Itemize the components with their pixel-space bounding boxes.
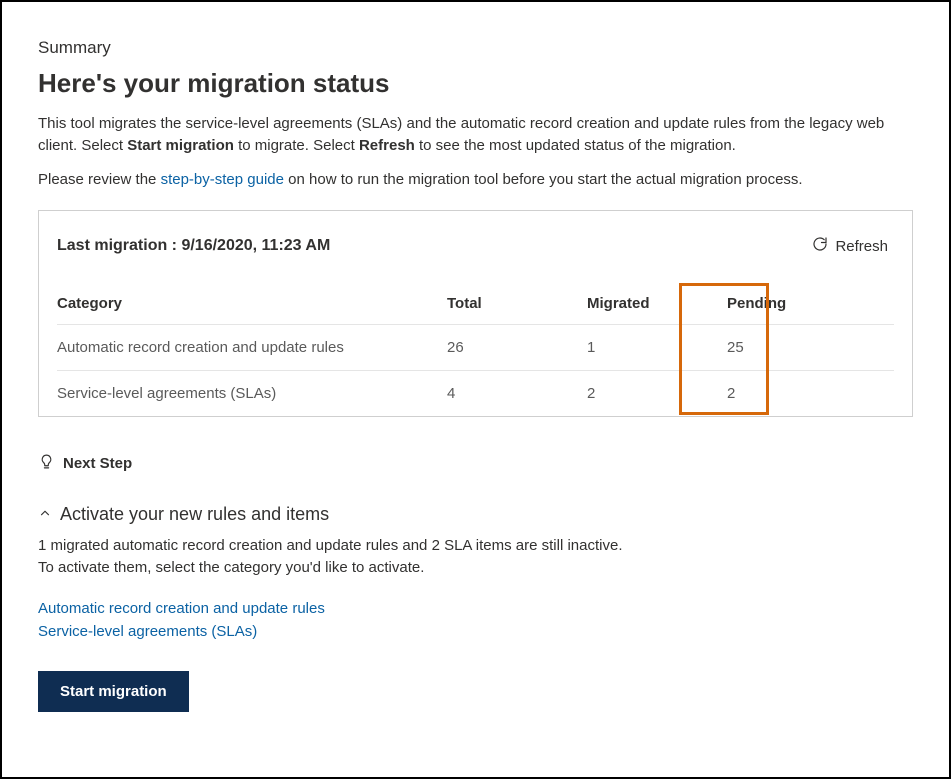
page-title: Here's your migration status xyxy=(38,68,913,99)
start-migration-button[interactable]: Start migration xyxy=(38,671,189,712)
card-header: Last migration : 9/16/2020, 11:23 AM Ref… xyxy=(57,231,894,261)
cell-category: Service-level agreements (SLAs) xyxy=(57,371,447,417)
activate-link-sla[interactable]: Service-level agreements (SLAs) xyxy=(38,620,913,643)
intro-bold-refresh: Refresh xyxy=(359,137,415,154)
last-migration-label: Last migration : xyxy=(57,237,181,254)
activate-section-toggle[interactable]: Activate your new rules and items xyxy=(38,504,329,525)
lightbulb-icon xyxy=(38,453,55,474)
intro-text: This tool migrates the service-level agr… xyxy=(38,113,913,157)
activate-links: Automatic record creation and update rul… xyxy=(38,597,913,644)
review-suffix: on how to run the migration tool before … xyxy=(284,171,803,188)
cell-spacer xyxy=(867,325,894,371)
activate-line1: 1 migrated automatic record creation and… xyxy=(38,535,913,557)
activate-title: Activate your new rules and items xyxy=(60,504,329,525)
th-spacer xyxy=(867,287,894,325)
last-migration-value: 9/16/2020, 11:23 AM xyxy=(181,237,330,254)
refresh-icon xyxy=(811,235,829,257)
intro-suffix: to see the most updated status of the mi… xyxy=(415,137,736,154)
intro-bold-start: Start migration xyxy=(127,137,234,154)
migration-status-panel: Summary Here's your migration status Thi… xyxy=(0,0,951,779)
intro-mid: to migrate. Select xyxy=(234,137,359,154)
status-card: Last migration : 9/16/2020, 11:23 AM Ref… xyxy=(38,210,913,417)
step-by-step-link[interactable]: step-by-step guide xyxy=(161,171,284,188)
last-migration: Last migration : 9/16/2020, 11:23 AM xyxy=(57,237,330,255)
chevron-up-icon xyxy=(38,504,52,525)
review-prefix: Please review the xyxy=(38,171,161,188)
cell-category: Automatic record creation and update rul… xyxy=(57,325,447,371)
refresh-button[interactable]: Refresh xyxy=(805,231,894,261)
th-total: Total xyxy=(447,287,587,325)
next-step-label: Next Step xyxy=(63,455,132,472)
review-text: Please review the step-by-step guide on … xyxy=(38,169,913,191)
cell-spacer xyxy=(867,371,894,417)
activate-line2: To activate them, select the category yo… xyxy=(38,557,913,579)
summary-label: Summary xyxy=(38,38,913,58)
cell-total: 26 xyxy=(447,325,587,371)
activate-body: 1 migrated automatic record creation and… xyxy=(38,535,913,579)
th-category: Category xyxy=(57,287,447,325)
refresh-label: Refresh xyxy=(835,238,888,255)
activate-link-arc[interactable]: Automatic record creation and update rul… xyxy=(38,597,913,620)
next-step-heading: Next Step xyxy=(38,453,913,474)
cell-total: 4 xyxy=(447,371,587,417)
pending-highlight xyxy=(679,283,769,415)
